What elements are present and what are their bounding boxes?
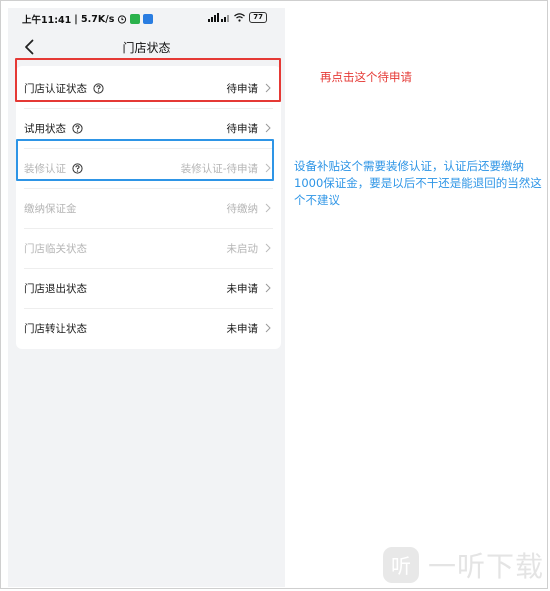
status-bar: 上午11:41 | 5.7K/s 77 <box>8 8 285 30</box>
signal-icon <box>208 13 230 22</box>
message-app-icon <box>143 14 154 24</box>
chevron-right-icon <box>265 323 271 333</box>
alarm-icon <box>118 15 127 24</box>
status-right: 77 <box>208 12 267 23</box>
watermark: 听 一听下载 <box>382 545 544 585</box>
row-label: 门店退出状态 <box>24 282 87 295</box>
row-label: 门店临关状态 <box>24 242 87 255</box>
battery-icon: 77 <box>249 12 267 23</box>
row-label: 试用状态 <box>24 122 66 135</box>
status-time: 上午11:41 <box>22 15 72 26</box>
row-deposit[interactable]: 缴纳保证金 待缴纳 <box>16 188 281 228</box>
row-label: 门店转让状态 <box>24 322 87 335</box>
watermark-text: 一听下载 <box>428 550 545 583</box>
help-icon[interactable] <box>72 122 83 134</box>
red-annotation-note: 再点击这个待申请 <box>320 70 412 84</box>
page-title: 门店状态 <box>122 41 171 55</box>
wifi-icon <box>234 13 246 22</box>
wechat-app-icon <box>130 14 141 24</box>
status-list-card: 门店认证状态 待申请 试用状态 待申请 装修认证 装修认证-待申请 缴纳保证金 <box>16 66 281 349</box>
row-status[interactable]: 待缴纳 <box>227 201 259 216</box>
row-status[interactable]: 未申请 <box>227 281 259 296</box>
svg-text:听: 听 <box>391 554 411 578</box>
watermark-logo-icon: 听 <box>383 547 419 583</box>
row-label: 缴纳保证金 <box>24 202 77 215</box>
chevron-right-icon <box>265 243 271 253</box>
red-highlight-box <box>15 58 281 102</box>
chevron-right-icon <box>265 283 271 293</box>
chevron-right-icon <box>265 203 271 213</box>
status-network-speed: | 5.7K/s <box>74 13 115 25</box>
row-status[interactable]: 未申请 <box>227 321 259 336</box>
status-left: 上午11:41 | 5.7K/s <box>22 12 154 26</box>
blue-annotation-note: 设备补贴这个需要装修认证，认证后还要缴纳1000保证金，要是以后不干还是能退回的… <box>294 159 542 207</box>
chevron-right-icon <box>265 123 271 133</box>
row-store-exit[interactable]: 门店退出状态 未申请 <box>16 268 281 308</box>
row-status[interactable]: 未启动 <box>227 241 259 256</box>
blue-highlight-box <box>16 139 274 181</box>
row-temporary-closure[interactable]: 门店临关状态 未启动 <box>16 228 281 268</box>
row-store-transfer[interactable]: 门店转让状态 未申请 <box>16 308 281 348</box>
row-status[interactable]: 待申请 <box>227 121 259 136</box>
